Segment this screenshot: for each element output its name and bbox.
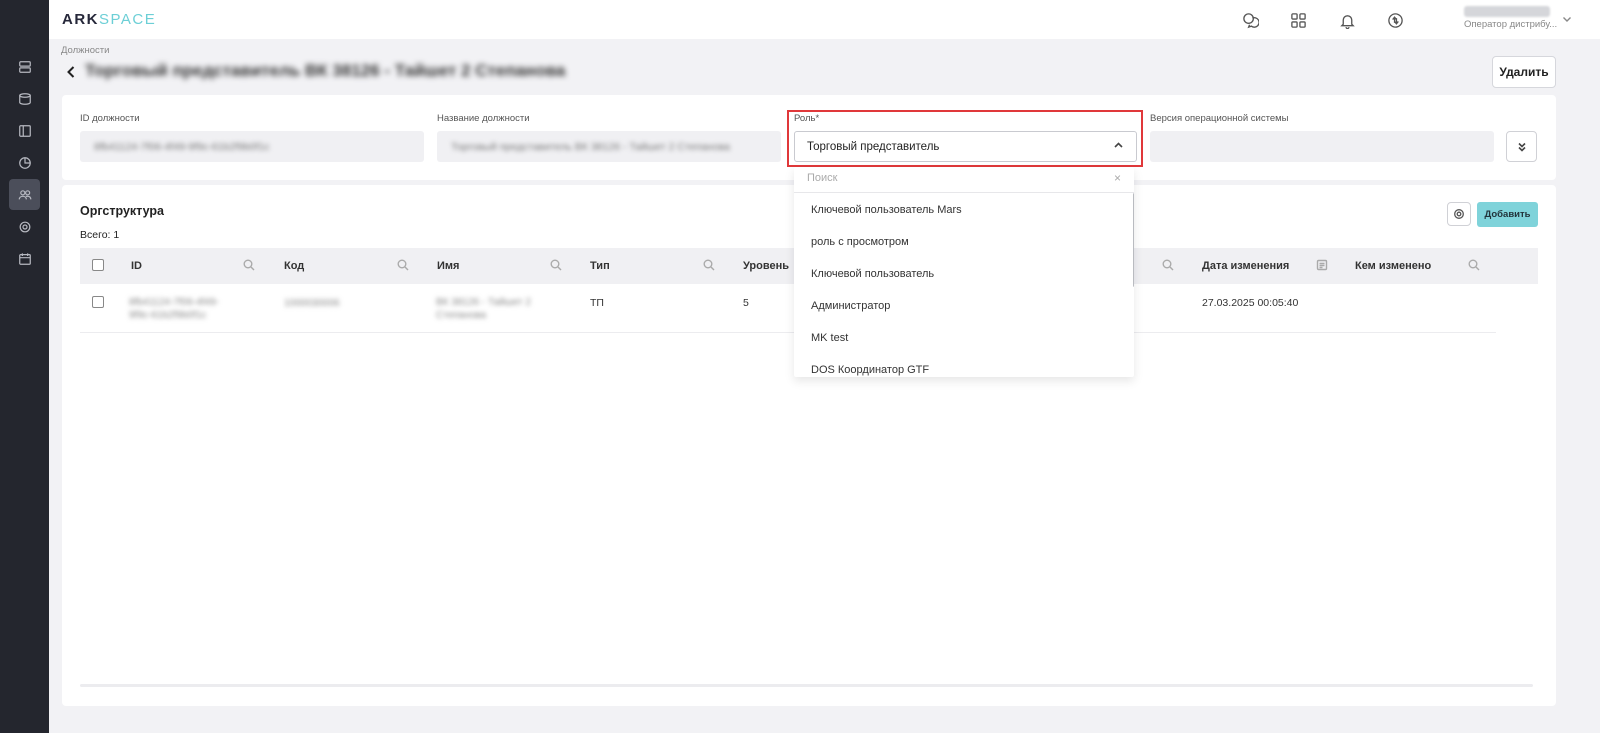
id-field-label: ID должности	[80, 113, 140, 124]
section-title: Оргструктура	[80, 204, 164, 218]
sync-button[interactable]	[1384, 9, 1406, 31]
role-search-input[interactable]: Поиск ×	[794, 167, 1134, 193]
role-option[interactable]: роль с просмотром	[811, 236, 909, 248]
role-dropdown: Поиск × Ключевой пользователь Mars роль …	[794, 167, 1134, 377]
table-settings-button[interactable]	[1447, 202, 1471, 226]
search-column-button[interactable]	[1162, 259, 1174, 271]
gear-icon	[1454, 209, 1464, 219]
sidebar	[0, 0, 49, 733]
calendar-icon	[18, 252, 31, 265]
column-header-name[interactable]: Имя	[437, 260, 459, 272]
id-field[interactable]: 8fb41124-7f06-4f49-9f9c-61b2f9b0f1c	[80, 131, 424, 162]
sidebar-item-users[interactable]	[9, 179, 40, 210]
search-type-button[interactable]	[703, 259, 715, 271]
search-icon	[550, 259, 562, 271]
logo-text-accent: SPACE	[99, 11, 157, 28]
row-code: 1000030006	[284, 298, 340, 309]
role-option[interactable]: Ключевой пользователь Mars	[811, 204, 962, 216]
name-field[interactable]: Торговый представитель ВК 38126 - Тайшет…	[437, 131, 781, 162]
name-field-value: Торговый представитель ВК 38126 - Тайшет…	[451, 141, 730, 153]
column-header-modified-date[interactable]: Дата изменения	[1202, 260, 1289, 272]
search-icon	[243, 259, 255, 271]
search-icon	[703, 259, 715, 271]
user-name[interactable]	[1464, 6, 1550, 17]
layout-icon	[18, 124, 31, 137]
column-header-code[interactable]: Код	[284, 260, 304, 272]
horizontal-scrollbar[interactable]	[80, 684, 1533, 687]
sync-icon	[1387, 12, 1403, 28]
role-option[interactable]: Ключевой пользователь	[811, 268, 934, 280]
row-divider	[80, 332, 1496, 333]
search-modified-by-button[interactable]	[1468, 259, 1480, 271]
sidebar-item-database[interactable]	[9, 83, 40, 114]
server-icon	[18, 60, 31, 73]
total-count: Всего: 1	[80, 229, 120, 241]
search-icon	[1162, 259, 1174, 271]
back-button[interactable]	[63, 64, 79, 80]
row-level: 5	[743, 297, 749, 309]
sidebar-item-reports[interactable]	[9, 147, 40, 178]
user-menu-toggle[interactable]	[1561, 13, 1573, 25]
os-version-field[interactable]	[1150, 131, 1494, 162]
expand-form-button[interactable]	[1506, 131, 1537, 162]
chevron-left-icon	[67, 66, 75, 78]
user-role: Оператор дистрибу...	[1464, 19, 1558, 30]
role-option[interactable]: DOS Координатор GTF	[811, 364, 929, 376]
chat-icon	[1242, 12, 1259, 28]
delete-button[interactable]: Удалить	[1492, 56, 1556, 88]
chat-button[interactable]	[1239, 9, 1261, 31]
calendar-filter-icon	[1316, 259, 1328, 271]
filter-date-button[interactable]	[1316, 259, 1328, 271]
search-icon	[397, 259, 409, 271]
column-header-level[interactable]: Уровень	[743, 260, 789, 272]
row-modified-date: 27.03.2025 00:05:40	[1202, 297, 1299, 309]
database-icon	[18, 92, 31, 105]
double-chevron-down-icon	[1517, 142, 1526, 152]
row-type: ТП	[590, 297, 604, 309]
logo[interactable]: ARKSPACE	[62, 11, 156, 28]
sidebar-item-servers[interactable]	[9, 51, 40, 82]
row-checkbox[interactable]	[92, 296, 104, 308]
column-header-type[interactable]: Тип	[590, 260, 610, 272]
column-header-modified-by[interactable]: Кем изменено	[1355, 260, 1431, 272]
dropdown-scrollbar[interactable]	[1133, 193, 1134, 287]
notifications-button[interactable]	[1336, 9, 1358, 31]
page-title: Торговый представитель ВК 38126 - Тайшет…	[85, 61, 566, 80]
add-button[interactable]: Добавить	[1477, 202, 1538, 227]
logo-text: ARK	[62, 11, 99, 28]
gear-icon	[19, 221, 30, 232]
pie-chart-icon	[18, 156, 31, 169]
grid-icon	[1290, 12, 1306, 28]
users-icon	[18, 189, 31, 199]
name-field-label: Название должности	[437, 113, 530, 124]
id-field-value: 8fb41124-7f06-4f49-9f9c-61b2f9b0f1c	[94, 141, 270, 153]
breadcrumb[interactable]: Должности	[61, 45, 109, 56]
os-version-label: Версия операционной системы	[1150, 113, 1289, 124]
row-id: 8fb41124-7f06-4f49-9f9c-61b2f9b0f1c	[129, 297, 219, 321]
sidebar-item-calendar[interactable]	[9, 243, 40, 274]
row-name: ВК 38126 - Тайшет 2 Степанова	[436, 297, 531, 321]
search-icon	[1468, 259, 1480, 271]
top-bar: ARKSPACE Оператор дистрибу...	[49, 0, 1600, 39]
bell-icon	[1339, 14, 1355, 29]
role-option[interactable]: Администратор	[811, 300, 890, 312]
close-icon[interactable]: ×	[1114, 171, 1121, 185]
role-search-placeholder: Поиск	[807, 172, 838, 184]
sidebar-item-settings[interactable]	[9, 211, 40, 242]
role-option[interactable]: MK test	[811, 332, 848, 344]
chevron-down-icon	[1563, 17, 1571, 22]
apps-button[interactable]	[1287, 9, 1309, 31]
search-code-button[interactable]	[397, 259, 409, 271]
sidebar-item-layout[interactable]	[9, 115, 40, 146]
column-header-id[interactable]: ID	[131, 260, 142, 272]
search-name-button[interactable]	[550, 259, 562, 271]
select-all-checkbox[interactable]	[92, 259, 104, 271]
role-field-highlight	[787, 110, 1143, 167]
search-id-button[interactable]	[243, 259, 255, 271]
